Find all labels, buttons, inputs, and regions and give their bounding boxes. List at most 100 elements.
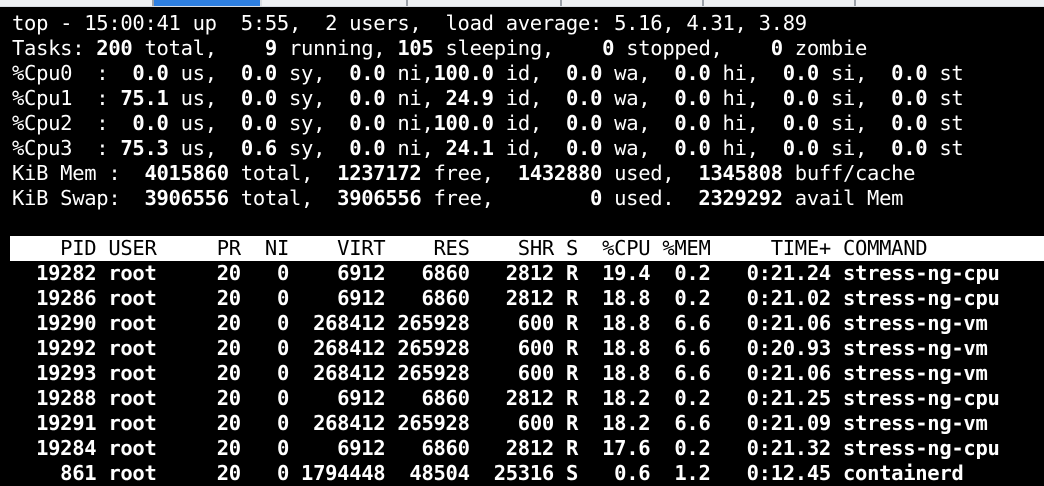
process-state: R: [553, 361, 579, 385]
column-header-pid[interactable]: PID: [12, 236, 96, 260]
process-state: R: [553, 386, 579, 410]
process-cpu: 18.2: [578, 386, 651, 410]
process-time: 0:21.32: [710, 436, 832, 460]
cpu-wa: 0.0: [553, 61, 603, 85]
cpu-us: 0.0: [108, 111, 169, 135]
process-res: 6860: [385, 386, 470, 410]
terminal-tab-strip: [0, 0, 1044, 7]
process-command: stress-ng-cpu: [830, 286, 1000, 310]
process-res: 265928: [385, 336, 470, 360]
process-command: stress-ng-vm: [830, 361, 988, 385]
cpu-us: 0.0: [108, 61, 169, 85]
process-time: 0:21.09: [710, 411, 832, 435]
process-time: 0:21.06: [710, 361, 832, 385]
cpu-si: 0.0: [770, 61, 819, 85]
process-row[interactable]: 19288 root 20 0 6912 6860 2812 R 18.2 0.…: [12, 386, 1000, 411]
column-header-cpu[interactable]: %CPU: [578, 236, 650, 260]
process-res: 48504: [385, 461, 470, 485]
column-header-time[interactable]: TIME+: [711, 236, 832, 260]
cpu-id: 24.1: [433, 136, 494, 160]
column-header-user[interactable]: USER: [96, 236, 204, 260]
terminal-tab[interactable]: [704, 0, 856, 6]
terminal-tab[interactable]: [262, 0, 408, 6]
process-ni: 0: [240, 286, 289, 310]
process-row[interactable]: 861 root 20 0 1794448 48504 25316 S 0.6 …: [12, 461, 964, 486]
cpu-hi: 0.0: [662, 61, 711, 85]
process-mem: 0.2: [650, 436, 711, 460]
swap-total: 3906556: [132, 186, 229, 210]
process-pr: 20: [204, 336, 241, 360]
cpu-line-1: %Cpu1 : 75.1 us, 0.0 sy, 0.0 ni, 24.9 id…: [12, 86, 964, 110]
process-time: 0:21.06: [710, 311, 832, 335]
process-ni: 0: [240, 436, 289, 460]
process-ni: 0: [240, 411, 289, 435]
process-mem: 0.2: [650, 286, 711, 310]
process-virt: 268412: [289, 311, 386, 335]
cpu-line-3: %Cpu3 : 75.3 us, 0.6 sy, 0.0 ni, 24.1 id…: [12, 136, 964, 160]
cpu-line-2: %Cpu2 : 0.0 us, 0.0 sy, 0.0 ni,100.0 id,…: [12, 111, 964, 135]
process-cpu: 18.8: [578, 286, 651, 310]
process-time: 0:20.93: [710, 336, 832, 360]
process-row[interactable]: 19284 root 20 0 6912 6860 2812 R 17.6 0.…: [12, 436, 1000, 461]
process-mem: 0.2: [650, 386, 711, 410]
cpu-st: 0.0: [879, 136, 928, 160]
process-pr: 20: [204, 261, 241, 285]
process-shr: 2812: [469, 286, 554, 310]
cpu-wa: 0.0: [553, 111, 603, 135]
terminal-tab[interactable]: [562, 0, 704, 6]
process-shr: 2812: [469, 386, 554, 410]
mem-buff-cache: 1345808: [686, 161, 783, 185]
column-header-s[interactable]: S: [554, 236, 578, 260]
swap-line: KiB Swap: 3906556 total, 3906556 free, 0…: [12, 186, 904, 210]
column-header-command[interactable]: COMMAND: [831, 236, 928, 260]
column-header-virt[interactable]: VIRT: [289, 236, 385, 260]
column-header-ni[interactable]: NI: [241, 236, 289, 260]
cpu-si: 0.0: [770, 111, 819, 135]
process-row[interactable]: 19286 root 20 0 6912 6860 2812 R 18.8 0.…: [12, 286, 1000, 311]
cpu-us: 75.1: [108, 86, 169, 110]
process-res: 265928: [385, 411, 470, 435]
process-pr: 20: [204, 286, 241, 310]
swap-free: 3906556: [325, 186, 422, 210]
terminal-tab[interactable]: [0, 0, 154, 6]
process-pid: 19284: [12, 436, 97, 460]
process-virt: 6912: [289, 286, 386, 310]
process-row[interactable]: 19293 root 20 0 268412 265928 600 R 18.8…: [12, 361, 988, 386]
process-row[interactable]: 19291 root 20 0 268412 265928 600 R 18.2…: [12, 411, 988, 436]
process-cpu: 0.6: [578, 461, 651, 485]
mem-used: 1432880: [505, 161, 603, 185]
process-ni: 0: [240, 461, 289, 485]
process-user: root: [96, 411, 205, 435]
process-cpu: 18.8: [578, 336, 651, 360]
cpu-ni: 0.0: [337, 86, 386, 110]
column-header-pr[interactable]: PR: [205, 236, 241, 260]
mem-free: 1237172: [325, 161, 422, 185]
column-header-shr[interactable]: SHR: [470, 236, 554, 260]
process-row[interactable]: 19292 root 20 0 268412 265928 600 R 18.8…: [12, 336, 988, 361]
memory-line: KiB Mem : 4015860 total, 1237172 free, 1…: [12, 161, 916, 185]
column-header-res[interactable]: RES: [385, 236, 470, 260]
terminal-tab[interactable]: [856, 0, 1044, 6]
column-header-mem[interactable]: %MEM: [650, 236, 710, 260]
cpu-line-0: %Cpu0 : 0.0 us, 0.0 sy, 0.0 ni,100.0 id,…: [12, 61, 964, 85]
cpu-hi: 0.0: [662, 111, 711, 135]
process-row[interactable]: 19282 root 20 0 6912 6860 2812 R 19.4 0.…: [12, 261, 1000, 286]
cpu-st: 0.0: [879, 61, 928, 85]
process-mem: 1.2: [650, 461, 711, 485]
process-row[interactable]: 19290 root 20 0 268412 265928 600 R 18.8…: [12, 311, 988, 336]
cpu-si: 0.0: [770, 136, 819, 160]
process-res: 265928: [385, 311, 470, 335]
process-pid: 19293: [12, 361, 97, 385]
process-state: R: [553, 336, 579, 360]
cpu-wa: 0.0: [553, 136, 603, 160]
process-res: 265928: [385, 361, 470, 385]
terminal-tab[interactable]: [408, 0, 562, 6]
cpu-sy: 0.0: [228, 86, 277, 110]
terminal-tab-active[interactable]: [154, 0, 260, 6]
process-cpu: 18.8: [578, 361, 651, 385]
process-pid: 19288: [12, 386, 97, 410]
process-shr: 600: [469, 311, 554, 335]
process-command: stress-ng-cpu: [830, 386, 1000, 410]
process-user: root: [96, 261, 205, 285]
process-res: 6860: [385, 286, 470, 310]
